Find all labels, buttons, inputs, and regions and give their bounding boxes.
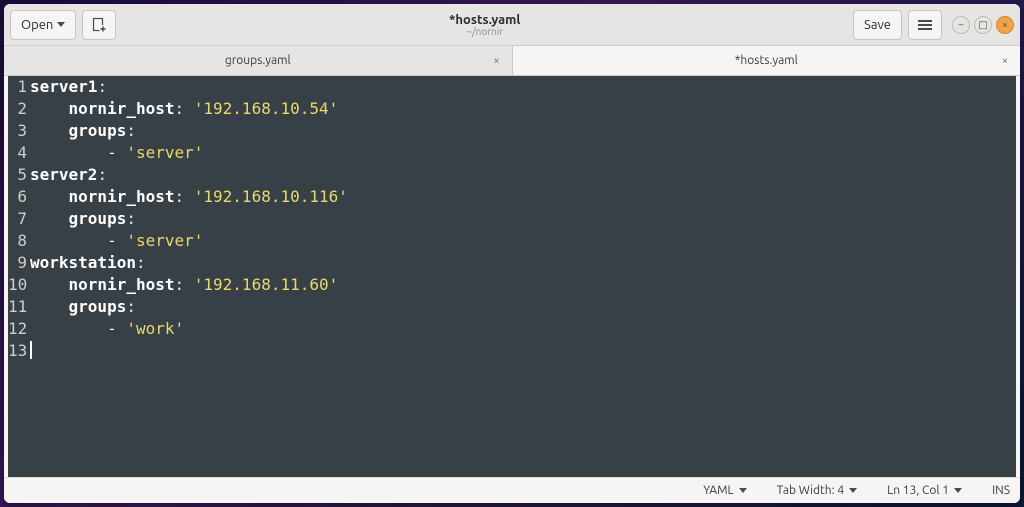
code-line[interactable]: workstation: (30, 252, 1016, 274)
line-number: 2 (8, 98, 27, 120)
maximize-button[interactable]: □ (974, 16, 992, 34)
status-bar: YAML Tab Width: 4 Ln 13, Col 1 INS (4, 477, 1020, 503)
tab-label: groups.yaml (225, 54, 291, 67)
code-line[interactable]: nornir_host: '192.168.10.116' (30, 186, 1016, 208)
code-line[interactable]: groups: (30, 296, 1016, 318)
line-number: 6 (8, 186, 27, 208)
line-number: 1 (8, 76, 27, 98)
tab-label: *hosts.yaml (735, 54, 798, 67)
chevron-down-icon (739, 488, 747, 493)
code-line[interactable] (30, 340, 1016, 362)
close-icon: × (1002, 19, 1008, 30)
window-subtitle: ~/nornir (466, 26, 503, 37)
line-number: 11 (8, 296, 27, 318)
code-line[interactable]: groups: (30, 120, 1016, 142)
code-line[interactable]: server2: (30, 164, 1016, 186)
code-line[interactable]: - 'server' (30, 230, 1016, 252)
tab-bar: groups.yaml × *hosts.yaml × (4, 46, 1020, 76)
line-number-gutter: 12345678910111213 (8, 76, 30, 477)
code-content-area[interactable]: server1: nornir_host: '192.168.10.54' gr… (30, 76, 1016, 477)
code-line[interactable]: nornir_host: '192.168.11.60' (30, 274, 1016, 296)
chevron-down-icon (849, 488, 857, 493)
hamburger-menu-button[interactable] (908, 10, 942, 40)
code-line[interactable]: - 'work' (30, 318, 1016, 340)
insert-mode-label: INS (992, 484, 1010, 497)
tab-close-button[interactable]: × (998, 54, 1012, 68)
save-button[interactable]: Save (853, 10, 902, 40)
code-line[interactable]: server1: (30, 76, 1016, 98)
line-number: 7 (8, 208, 27, 230)
code-editor[interactable]: 12345678910111213 server1: nornir_host: … (8, 76, 1016, 477)
code-line[interactable]: nornir_host: '192.168.10.54' (30, 98, 1016, 120)
chevron-down-icon (57, 22, 65, 27)
minimize-icon: – (959, 19, 964, 30)
language-selector[interactable]: YAML (703, 484, 746, 497)
code-line[interactable]: groups: (30, 208, 1016, 230)
line-number: 10 (8, 274, 27, 296)
headerbar: Open *hosts.yaml ~/nornir Save (4, 4, 1020, 46)
line-number: 4 (8, 142, 27, 164)
minimize-button[interactable]: – (952, 16, 970, 34)
insert-mode-indicator[interactable]: INS (992, 484, 1010, 497)
cursor-position[interactable]: Ln 13, Col 1 (887, 484, 962, 497)
tab-width-label: Tab Width: 4 (777, 484, 844, 497)
maximize-icon: □ (978, 19, 987, 31)
save-button-label: Save (864, 18, 891, 32)
line-number: 8 (8, 230, 27, 252)
tab-width-selector[interactable]: Tab Width: 4 (777, 484, 857, 497)
text-cursor (30, 341, 32, 359)
line-number: 13 (8, 340, 27, 362)
chevron-down-icon (954, 488, 962, 493)
editor-window: Open *hosts.yaml ~/nornir Save (4, 4, 1020, 503)
language-label: YAML (703, 484, 733, 497)
tab-groups-yaml[interactable]: groups.yaml × (4, 46, 513, 75)
tab-hosts-yaml[interactable]: *hosts.yaml × (513, 46, 1021, 75)
code-line[interactable]: - 'server' (30, 142, 1016, 164)
line-number: 9 (8, 252, 27, 274)
hamburger-icon (918, 20, 932, 30)
tab-close-button[interactable]: × (490, 54, 504, 68)
close-button[interactable]: × (996, 16, 1014, 34)
new-document-icon (91, 17, 107, 33)
line-number: 5 (8, 164, 27, 186)
line-number: 12 (8, 318, 27, 340)
new-tab-button[interactable] (82, 10, 116, 40)
window-title: *hosts.yaml (449, 13, 520, 27)
cursor-position-label: Ln 13, Col 1 (887, 484, 949, 497)
open-button[interactable]: Open (10, 10, 76, 40)
line-number: 3 (8, 120, 27, 142)
open-button-label: Open (21, 18, 53, 32)
